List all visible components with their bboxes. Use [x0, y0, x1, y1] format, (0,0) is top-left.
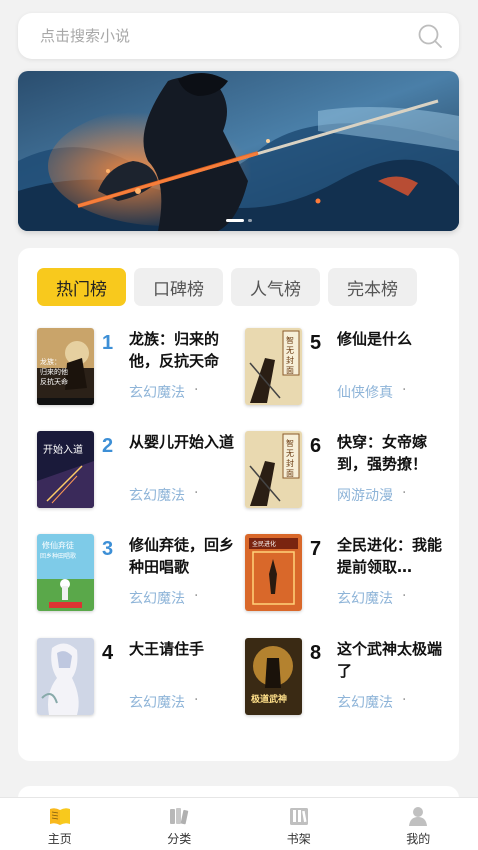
svg-text:龙族：: 龙族：: [40, 357, 61, 366]
nav-bookshelf[interactable]: 书架: [239, 798, 359, 850]
rank-number: 2: [102, 435, 114, 457]
rank-number: 7: [310, 538, 322, 560]
svg-text:修仙弃徒: 修仙弃徒: [42, 540, 74, 550]
genre-separator: ·: [194, 588, 199, 604]
book-item[interactable]: 全民进化 7 全民进化：我能提前领取… 玄幻魔法 ·: [245, 534, 445, 612]
book-cover[interactable]: 极道武神: [245, 638, 302, 715]
book-genre[interactable]: 玄幻魔法: [337, 588, 393, 608]
bookshelf-icon[interactable]: [288, 805, 310, 827]
book-genre[interactable]: 仙侠修真: [337, 382, 393, 402]
book-item[interactable]: 智 无 封 面 6 快穿：女帝嫁到，强势撩！ 网游动漫 ·: [245, 431, 445, 509]
genre-separator: ·: [194, 382, 199, 398]
nav-label[interactable]: 书架: [287, 830, 311, 847]
book-cover[interactable]: 智 无 封 面: [245, 431, 302, 508]
genre-separator: ·: [402, 485, 407, 501]
book-title[interactable]: 大王请住手: [129, 638, 237, 660]
book-title[interactable]: 全民进化：我能提前领取…: [337, 534, 445, 578]
book-item[interactable]: 龙族： 归来的他 反抗天命 1 龙族：归来的他，反抗天命 玄幻魔法 ·: [37, 328, 237, 406]
book-title[interactable]: 快穿：女帝嫁到，强势撩！: [337, 431, 445, 475]
nav-home[interactable]: 主页: [0, 798, 120, 850]
svg-text:智: 智: [286, 335, 294, 345]
genre-separator: ·: [402, 588, 407, 604]
genre-separator: ·: [402, 382, 407, 398]
book-cover[interactable]: 开始入道: [37, 431, 94, 508]
books-icon[interactable]: [168, 805, 190, 827]
nav-category[interactable]: 分类: [120, 798, 240, 850]
genre-separator: ·: [194, 692, 199, 708]
book-cover[interactable]: 修仙弃徒 回乡种田唱歌: [37, 534, 94, 611]
banner-carousel[interactable]: [18, 71, 459, 231]
banner-image[interactable]: [18, 71, 459, 231]
svg-text:回乡种田唱歌: 回乡种田唱歌: [40, 552, 76, 560]
ranking-tabs: 热门榜 口碑榜 人气榜 完本榜: [37, 268, 417, 306]
book-title[interactable]: 这个武神太极端了: [337, 638, 445, 682]
nav-label[interactable]: 主页: [48, 830, 72, 847]
nav-profile[interactable]: 我的: [359, 798, 478, 850]
book-genre[interactable]: 网游动漫: [337, 485, 393, 505]
svg-text:开始入道: 开始入道: [43, 443, 83, 456]
bottom-nav: 主页 分类 书架 我的: [0, 797, 478, 850]
ranking-card: 热门榜 口碑榜 人气榜 完本榜 龙族： 归来的他 反抗天命 1 龙族：归来的他，…: [18, 248, 459, 761]
book-cover[interactable]: [37, 638, 94, 715]
book-genre[interactable]: 玄幻魔法: [129, 382, 185, 402]
book-title[interactable]: 龙族：归来的他，反抗天命: [129, 328, 237, 372]
book-cover[interactable]: 全民进化: [245, 534, 302, 611]
book-item[interactable]: 极道武神 8 这个武神太极端了 玄幻魔法 ·: [245, 638, 445, 716]
rank-number: 3: [102, 538, 114, 560]
svg-text:全民进化: 全民进化: [252, 540, 276, 548]
user-icon[interactable]: [407, 805, 429, 827]
book-genre[interactable]: 玄幻魔法: [129, 588, 185, 608]
tab-popularity[interactable]: 人气榜: [231, 268, 320, 306]
carousel-dot[interactable]: [225, 219, 244, 222]
svg-text:反抗天命: 反抗天命: [40, 377, 68, 386]
nav-label[interactable]: 分类: [167, 830, 191, 847]
rank-number: 6: [310, 435, 322, 457]
tab-completed[interactable]: 完本榜: [328, 268, 417, 306]
book-cover[interactable]: 智 无 封 面: [245, 328, 302, 405]
svg-text:智: 智: [286, 438, 294, 448]
svg-text:封: 封: [286, 458, 294, 468]
book-genre[interactable]: 玄幻魔法: [129, 692, 185, 712]
book-item[interactable]: 智 无 封 面 5 修仙是什么 仙侠修真 ·: [245, 328, 445, 406]
tab-hot[interactable]: 热门榜: [37, 268, 126, 306]
svg-text:面: 面: [286, 469, 294, 478]
book-item[interactable]: 修仙弃徒 回乡种田唱歌 3 修仙弃徒，回乡种田唱歌 玄幻魔法 ·: [37, 534, 237, 612]
rank-number: 5: [310, 332, 322, 354]
book-title[interactable]: 修仙弃徒，回乡种田唱歌: [129, 534, 237, 578]
svg-text:无: 无: [286, 449, 294, 458]
book-cover[interactable]: 龙族： 归来的他 反抗天命: [37, 328, 94, 405]
rank-number: 4: [102, 642, 114, 664]
search-input[interactable]: [40, 27, 417, 45]
genre-separator: ·: [402, 692, 407, 708]
genre-separator: ·: [194, 485, 199, 501]
svg-text:面: 面: [286, 366, 294, 375]
carousel-dots: [18, 219, 459, 222]
svg-text:无: 无: [286, 346, 294, 355]
nav-label[interactable]: 我的: [406, 830, 430, 847]
book-title[interactable]: 从婴儿开始入道: [129, 431, 237, 453]
search-icon[interactable]: [417, 23, 443, 49]
book-genre[interactable]: 玄幻魔法: [337, 692, 393, 712]
book-genre[interactable]: 玄幻魔法: [129, 485, 185, 505]
rank-number: 8: [310, 642, 322, 664]
svg-text:极道武神: 极道武神: [251, 693, 287, 705]
book-open-icon[interactable]: [49, 805, 71, 827]
tab-reputation[interactable]: 口碑榜: [134, 268, 223, 306]
book-item[interactable]: 4 大王请住手 玄幻魔法 ·: [37, 638, 237, 716]
search-bar[interactable]: [18, 13, 459, 59]
book-item[interactable]: 开始入道 2 从婴儿开始入道 玄幻魔法 ·: [37, 431, 237, 509]
svg-text:归来的他: 归来的他: [40, 367, 68, 376]
carousel-dot[interactable]: [247, 219, 252, 222]
svg-text:封: 封: [286, 355, 294, 365]
rank-number: 1: [102, 332, 114, 354]
book-title[interactable]: 修仙是什么: [337, 328, 445, 350]
